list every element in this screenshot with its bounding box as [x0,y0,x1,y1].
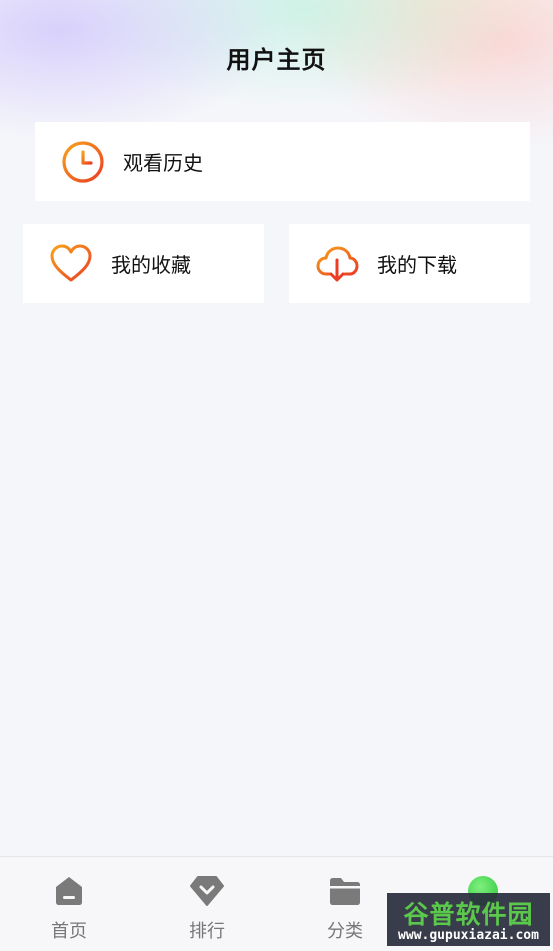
cloud-download-icon [315,242,359,286]
clock-icon [61,140,105,184]
header-background [0,0,553,240]
tab-home-label: 首页 [51,921,87,942]
watermark-url: www.gupuxiazai.com [398,928,539,943]
folder-icon [327,873,363,909]
home-icon [51,873,87,909]
downloads-card[interactable]: 我的下载 [289,224,530,303]
page-title: 用户主页 [226,46,327,74]
favorites-label: 我的收藏 [111,253,191,277]
watermark-title: 谷普软件园 [403,900,534,929]
tab-rank-label: 排行 [189,921,225,942]
watch-history-label: 观看历史 [123,151,203,175]
site-watermark: 谷普软件园 www.gupuxiazai.com [387,893,550,946]
tab-rank[interactable]: 排行 [138,857,276,951]
favorites-card[interactable]: 我的收藏 [23,224,264,303]
downloads-label: 我的下载 [377,253,457,277]
tab-home[interactable]: 首页 [0,857,138,951]
rank-icon [189,873,225,909]
heart-icon [49,242,93,286]
watch-history-card[interactable]: 观看历史 [35,122,530,201]
